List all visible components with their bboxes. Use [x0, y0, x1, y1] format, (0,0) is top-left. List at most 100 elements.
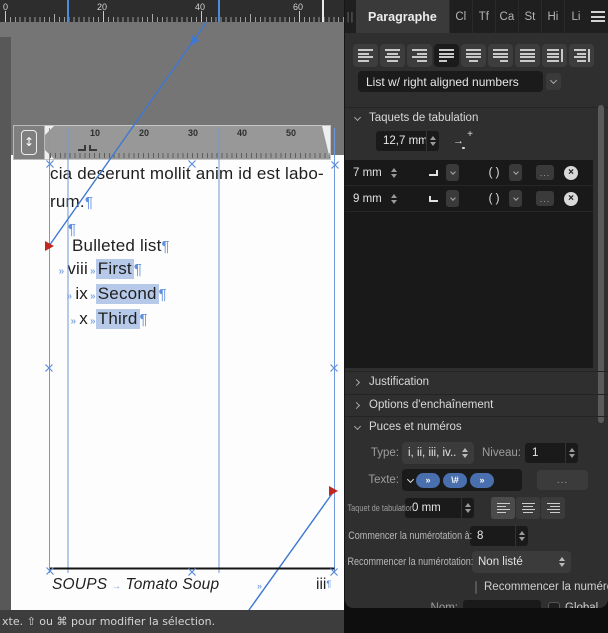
list-item[interactable]: » ix » Second ¶	[50, 284, 167, 304]
tab-stop-row[interactable]: 9 mm ( ) ... ×	[345, 186, 593, 212]
tab-token-pill[interactable]: »	[416, 472, 440, 488]
tab-paragraphe[interactable]: Paragraphe	[356, 0, 449, 33]
list-number: x	[79, 309, 88, 328]
tab-token-pill[interactable]: »	[470, 472, 494, 488]
restart-number-label: Recommencer la numérotation:	[347, 556, 474, 568]
tab-stop-marker-right[interactable]	[78, 145, 86, 151]
status-text: xte. ⇧ ou ⌘ pour modifier la sélection.	[2, 615, 216, 628]
tab-type-chevron-icon[interactable]	[446, 190, 459, 207]
text-ruler-label: 40	[237, 128, 248, 138]
ruler-label: 60	[293, 2, 304, 12]
restart-number-row: Recommencer la numérotation: Non listé	[345, 550, 608, 574]
tab-more-button[interactable]: ...	[536, 165, 554, 180]
document-canvas[interactable]: 0 20 40 60 ↕ 10 20 30 40 50 cia deserunt…	[0, 0, 344, 633]
level-field[interactable]: 1	[525, 443, 565, 463]
default-tab-value: 12,7 mm	[383, 135, 428, 147]
chevron-down-icon[interactable]	[406, 475, 415, 483]
list-heading[interactable]: Bulleted list¶	[72, 236, 170, 256]
list-number: viii	[67, 259, 88, 278]
panel-menu-icon[interactable]	[587, 0, 608, 33]
indent-marker[interactable]	[45, 126, 54, 135]
tab-stop-value[interactable]: 9 mm	[345, 193, 387, 205]
restart-number-select[interactable]: Non listé	[472, 551, 571, 573]
number-type-value: i, ii, iii, iv...	[408, 447, 456, 459]
leader-chevron-icon[interactable]	[509, 164, 522, 181]
text-ruler-scale[interactable]: 10 20 30 40 50	[45, 125, 331, 160]
number-type-select[interactable]: i, ii, iii, iv...	[402, 442, 474, 464]
tab-tf[interactable]: Tf	[471, 0, 495, 33]
tab-stop-marker-left[interactable]	[89, 145, 97, 151]
tab-li[interactable]: Li	[563, 0, 587, 33]
page-number-text: iii	[316, 576, 327, 593]
start-number-field[interactable]: 8	[470, 526, 515, 546]
justify-center-button[interactable]	[461, 44, 486, 67]
tab-st[interactable]: St	[517, 0, 541, 33]
level-stepper[interactable]	[565, 443, 578, 463]
selected-text: Third	[95, 309, 140, 329]
align-right-button[interactable]	[407, 44, 432, 67]
add-tab-stop-icon[interactable]: → +	[453, 129, 473, 149]
vertical-resize-icon: ↕	[21, 130, 37, 155]
left-tab-icon	[429, 195, 438, 202]
number-token-pill[interactable]: \#	[443, 472, 467, 488]
justify-left-button[interactable]	[434, 44, 459, 67]
tab-ca[interactable]: Ca	[494, 0, 518, 33]
align-toward-spine-button[interactable]	[542, 44, 567, 67]
type-level-row: Type: i, ii, iii, iv... Niveau: 1	[345, 441, 608, 465]
paragraph-text[interactable]: cia deserunt mollit anim id est labo-	[50, 164, 324, 184]
section-bullets-numbers[interactable]: Puces et numéros	[345, 416, 608, 437]
paragraph-preset-select[interactable]: List w/ right aligned numbers	[358, 71, 543, 92]
page-number[interactable]: iii¶	[316, 576, 331, 594]
section-flow-options[interactable]: Options d'enchaînement	[345, 394, 608, 415]
section-label: Puces et numéros	[369, 421, 462, 433]
page[interactable]	[11, 155, 344, 610]
tab-stop-stepper[interactable]	[387, 167, 401, 178]
running-footer[interactable]: SOUPS → Tomato Soup	[52, 576, 219, 594]
tab-stop-value[interactable]: 7 mm	[345, 167, 387, 179]
tab-hi[interactable]: Hi	[540, 0, 564, 33]
preset-chevron-icon[interactable]	[546, 73, 561, 90]
list-item[interactable]: » viii » First ¶	[50, 259, 142, 279]
horizontal-ruler[interactable]: 0 20 40 60	[0, 0, 344, 22]
align-left-button[interactable]	[353, 44, 378, 67]
number-tabstop-stepper[interactable]	[461, 498, 474, 518]
number-align-left-button[interactable]	[491, 497, 515, 519]
justify-all-button[interactable]	[515, 44, 540, 67]
text-ruler-grip[interactable]: ↕	[13, 125, 45, 160]
tab-stop-row[interactable]: 7 mm ( ) ... ×	[345, 160, 593, 186]
list-item[interactable]: » x » Third ¶	[50, 309, 148, 329]
number-align-center-button[interactable]	[516, 497, 540, 519]
default-tab-field[interactable]: 12,7 mm	[376, 131, 428, 151]
right-tab-icon	[429, 169, 438, 176]
paragraph-text[interactable]: rum.¶	[50, 192, 93, 212]
delete-tab-stop-button[interactable]: ×	[564, 191, 578, 206]
text-ruler[interactable]: ↕ 10 20 30 40 50	[13, 125, 331, 160]
default-tab-stepper[interactable]	[426, 131, 439, 151]
name-field[interactable]	[463, 599, 541, 608]
preset-value: List w/ right aligned numbers	[366, 74, 519, 89]
section-justification[interactable]: Justification	[345, 371, 608, 392]
texte-more-button[interactable]: ...	[537, 470, 588, 490]
tab-stop-stepper[interactable]	[387, 193, 401, 204]
tab-leader-value[interactable]: ( )	[481, 193, 507, 205]
section-tab-stops[interactable]: Taquets de tabulation	[345, 107, 608, 128]
pilcrow-mark: ¶	[161, 238, 170, 255]
panel-drag-handle[interactable]: ||	[345, 0, 356, 33]
panel-tab-strip: || Paragraphe Cl Tf Ca St Hi Li	[345, 0, 608, 33]
tab-cl[interactable]: Cl	[448, 0, 472, 33]
align-away-from-spine-button[interactable]	[569, 44, 594, 67]
align-center-button[interactable]	[380, 44, 405, 67]
tab-type-chevron-icon[interactable]	[446, 164, 459, 181]
restart-checkbox[interactable]	[475, 580, 477, 594]
justify-right-button[interactable]	[488, 44, 513, 67]
number-align-right-button[interactable]	[541, 497, 565, 519]
tab-more-button[interactable]: ...	[536, 191, 554, 206]
delete-tab-stop-button[interactable]: ×	[564, 165, 578, 180]
tab-leader-value[interactable]: ( )	[481, 167, 507, 179]
tab-stop-list: 7 mm ( ) ... × 9 mm ( ) ... ×	[345, 160, 593, 368]
start-number-stepper[interactable]	[515, 526, 528, 546]
global-checkbox[interactable]	[548, 602, 560, 608]
leader-chevron-icon[interactable]	[509, 190, 522, 207]
number-tabstop-label: Taquet de tabulation	[347, 503, 414, 513]
list-text-field[interactable]: » \# »	[402, 469, 522, 491]
